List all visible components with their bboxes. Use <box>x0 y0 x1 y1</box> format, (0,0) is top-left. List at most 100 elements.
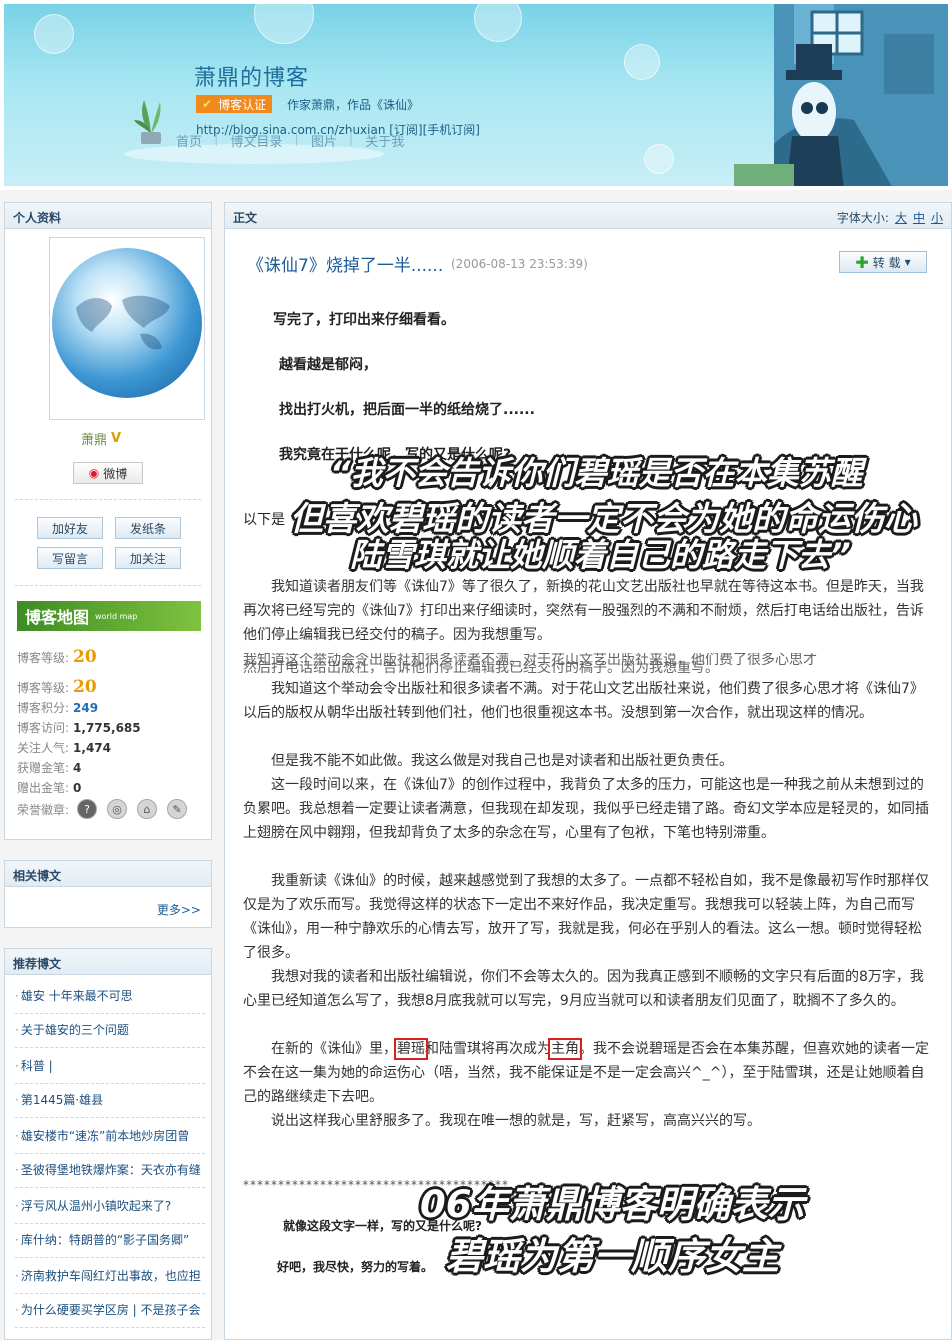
divider <box>15 1153 205 1154</box>
closing-line: 好吧，我尽快，努力的写着。 <box>277 1260 434 1274</box>
paragraph: 但是我不能不如此做。我这么做是对我自己也是对读者和出版社更负责任。 <box>271 753 733 769</box>
font-size-large[interactable]: 大 <box>895 209 907 226</box>
nav-about[interactable]: 关于我 <box>365 131 404 150</box>
stat-label: 获赠金笔: <box>17 761 70 775</box>
paragraph: 这一段时间以来，在《诛仙7》的创作过程中，我背负了太多的压力，可能这也是一种我之… <box>243 777 929 841</box>
profile-panel: 个人资料 萧鼎 V ◉ 微博 加好友 发纸条 写留言 加关注 博客地图 worl… <box>4 202 212 840</box>
stat-value: 0 <box>73 780 82 795</box>
stat-row: 赠出金笔: 0 <box>17 779 81 796</box>
repost-button[interactable]: ✚ 转 载 ▾ <box>839 251 927 273</box>
list-item[interactable]: · 关于雄安的三个问题 <box>15 1021 205 1038</box>
profile-username[interactable]: 萧鼎 V <box>81 429 121 448</box>
verify-badge[interactable]: ✔ 博客认证 <box>196 95 273 113</box>
castle-illustration <box>734 4 948 186</box>
paragraph-text: 和陆雪琪将再次成为 <box>425 1041 551 1057</box>
verify-label: 博客认证 <box>218 97 267 112</box>
list-item[interactable]: · 库什纳：特朗普的“影子国务卿” <box>15 1231 205 1248</box>
list-item[interactable]: · 浮亏风从温州小镇吹起来了? <box>15 1197 205 1214</box>
bullet-icon: · <box>15 1199 19 1213</box>
honor-medals: ? ◎ ⌂ ✎ <box>77 799 188 819</box>
bullet-icon: · <box>15 1163 19 1177</box>
bullet-icon: · <box>15 1269 19 1283</box>
weibo-icon: ◉ <box>88 466 100 480</box>
related-posts-panel: 相关博文 更多>> <box>4 860 212 928</box>
list-item[interactable]: · 济南救护车闯红灯出事故，也应担 <box>15 1267 205 1284</box>
add-friend-button[interactable]: 加好友 <box>37 517 103 539</box>
blog-map-label: 博客地图 <box>25 608 90 627</box>
nav-separator: | <box>214 131 219 146</box>
stat-label: 博客访问: <box>17 721 70 735</box>
more-link[interactable]: 更多>> <box>157 901 201 918</box>
bullet-icon: · <box>15 1129 19 1143</box>
post-date: (2006-08-13 23:53:39) <box>451 257 588 271</box>
list-item-text: 科普 | <box>20 1059 53 1073</box>
divider <box>15 1257 205 1258</box>
profile-header: 个人资料 <box>5 203 211 229</box>
list-item-text: 浮亏风从温州小镇吹起来了? <box>20 1199 172 1213</box>
font-size-small[interactable]: 小 <box>931 209 943 226</box>
help-medal-icon[interactable]: ? <box>77 799 98 819</box>
stat-value: 1,474 <box>73 740 112 755</box>
list-item[interactable]: · 第1445篇·雄县 <box>15 1091 205 1108</box>
plus-icon: ✚ <box>855 252 869 272</box>
leave-message-button[interactable]: 写留言 <box>37 547 103 569</box>
paragraph: 说出这样我心里舒服多了。我现在唯一想的就是，写，赶紧写，高高兴兴的写。 <box>271 1113 761 1129</box>
stat-row: 关注人气: 1,474 <box>17 739 111 756</box>
paragraph: 在新的《诛仙》里，碧瑶和陆雪琪将再次成为主角。我不会说碧瑶是否会在本集苏醒，但喜… <box>243 1037 931 1109</box>
paragraph: 我重新读《诛仙》的时候，越来越感觉到了我想的太多了。一点都不轻松自如，我不是像最… <box>243 873 929 961</box>
list-item-text: 关于雄安的三个问题 <box>20 1023 129 1037</box>
list-item-text: 圣彼得堡地铁爆炸案：天衣亦有缝 <box>20 1163 201 1177</box>
weibo-label: 微博 <box>103 466 128 481</box>
related-header: 相关博文 <box>5 861 211 887</box>
list-item-text: 第1445篇·雄县 <box>20 1093 104 1107</box>
stat-value: 1,775,685 <box>73 720 141 735</box>
weibo-button[interactable]: ◉ 微博 <box>73 462 143 484</box>
stat-label: 赠出金笔: <box>17 781 70 795</box>
divider <box>15 499 201 500</box>
article-header: 正文 字体大小: 大 中 小 <box>225 203 951 229</box>
stat-value: 20 <box>73 677 97 697</box>
bullet-icon: · <box>15 1233 19 1247</box>
bullet-icon: · <box>15 1093 19 1107</box>
verified-v-icon: V <box>111 431 122 446</box>
avatar[interactable] <box>49 237 205 420</box>
list-item[interactable]: · 圣彼得堡地铁爆炸案：天衣亦有缝 <box>15 1161 205 1178</box>
overlay-caption: 06年萧鼎博客明确表示 <box>420 1183 805 1226</box>
highlight-protagonist: 主角 <box>548 1038 582 1060</box>
divider <box>15 1047 205 1048</box>
bubble-decoration <box>254 4 314 44</box>
font-size-medium[interactable]: 中 <box>913 209 925 226</box>
stat-row: 荣誉徽章: ? ◎ ⌂ ✎ <box>17 799 188 819</box>
pen-medal-icon[interactable]: ✎ <box>167 799 188 819</box>
stat-row: 博客积分: 249 <box>17 699 98 716</box>
lock-medal-icon[interactable]: ⌂ <box>137 799 158 819</box>
stat-label: 博客等级: <box>17 650 70 665</box>
list-item[interactable]: · 为什么硬要买学区房 | 不是孩子会 <box>15 1301 205 1318</box>
divider <box>15 585 201 586</box>
stat-row: 博客等级: 20 <box>17 677 97 697</box>
world-map-icon <box>76 295 170 350</box>
blog-map-banner[interactable]: 博客地图 world map <box>17 601 201 631</box>
ghost-line: 然后打电话给出版社，告诉他们停止编辑我已经交付的稿子。因为我想重写。 <box>243 661 719 675</box>
stat-label: 博客积分: <box>17 701 70 715</box>
article-section-label: 正文 <box>233 211 258 225</box>
list-item[interactable]: · 科普 | <box>15 1057 205 1074</box>
paragraph: 我想对我的读者和出版社编辑说，你们不会等太久的。因为我真正感到不顺畅的文字只有后… <box>243 969 924 1009</box>
blog-title[interactable]: 萧鼎的博客 <box>194 60 309 92</box>
nav-pictures[interactable]: 图片 <box>311 131 337 150</box>
blog-nav: 首页 | 博文目录 | 图片 | 关于我 <box>176 131 404 150</box>
nav-home[interactable]: 首页 <box>176 131 202 150</box>
stat-label: 荣誉徽章: <box>17 802 70 817</box>
camera-medal-icon[interactable]: ◎ <box>107 799 128 819</box>
recommended-posts-panel: 推荐博文 · 雄安 十年来最不可思 · 关于雄安的三个问题 · 科普 | · 第1445… <box>4 948 212 1340</box>
intro-line: 写完了，打印出来仔细看看。 <box>273 312 455 328</box>
divider <box>15 1293 205 1294</box>
list-item[interactable]: · 雄安 十年来最不可思 <box>15 987 205 1004</box>
follow-button[interactable]: 加关注 <box>115 547 181 569</box>
list-item[interactable]: · 雄安楼市“速冻”前本地炒房团曾 <box>15 1127 205 1144</box>
globe-avatar-image <box>52 248 202 398</box>
nav-article-list[interactable]: 博文目录 <box>230 131 282 150</box>
bubble-decoration <box>34 14 74 54</box>
divider <box>15 1083 205 1084</box>
send-note-button[interactable]: 发纸条 <box>115 517 181 539</box>
